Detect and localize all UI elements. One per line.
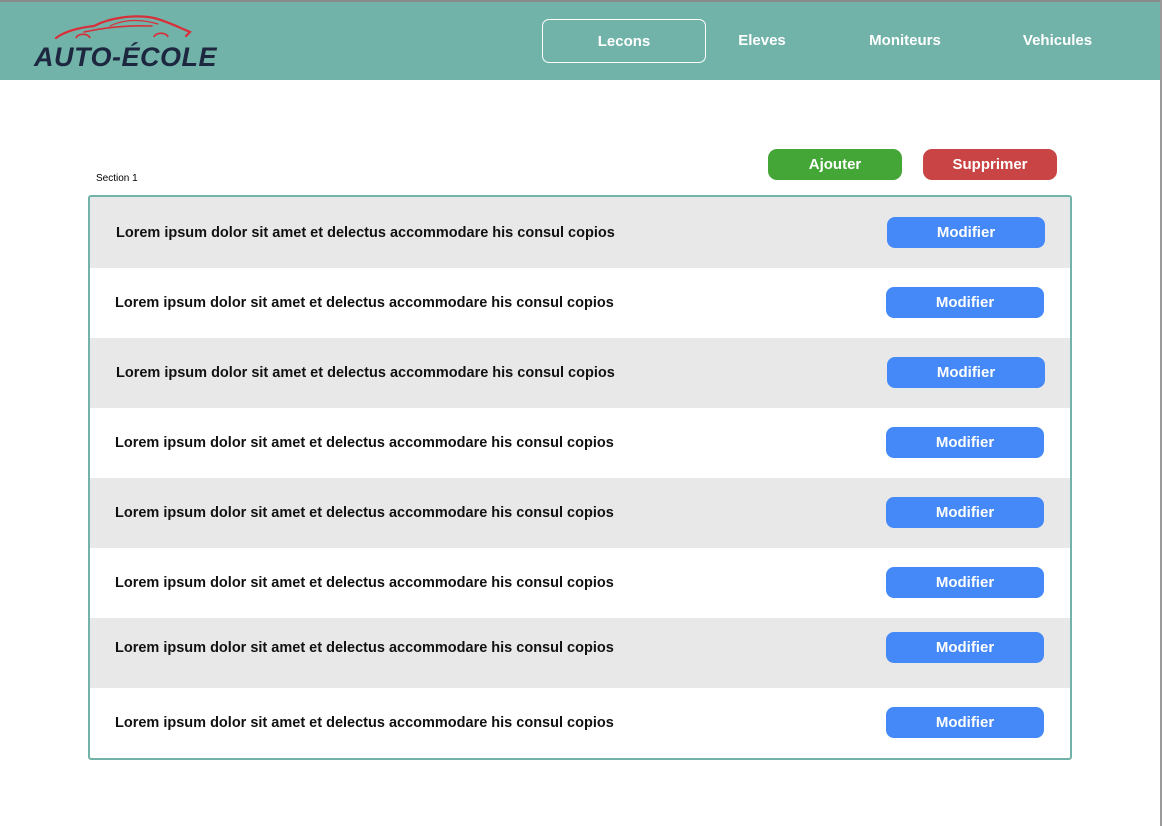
list-item-text: Lorem ipsum dolor sit amet et delectus a… <box>115 435 614 451</box>
list-item: Lorem ipsum dolor sit amet et delectus a… <box>90 268 1070 338</box>
list-item: Lorem ipsum dolor sit amet et delectus a… <box>90 548 1070 618</box>
list-item-text: Lorem ipsum dolor sit amet et delectus a… <box>116 365 615 381</box>
modify-button[interactable]: Modifier <box>887 357 1045 388</box>
add-button[interactable]: Ajouter <box>768 149 902 180</box>
list-item-text: Lorem ipsum dolor sit amet et delectus a… <box>115 715 614 731</box>
list-item-text: Lorem ipsum dolor sit amet et delectus a… <box>116 225 615 241</box>
section-label: Section 1 <box>96 173 138 184</box>
nav-tab-label: Moniteurs <box>869 32 941 49</box>
delete-button[interactable]: Supprimer <box>923 149 1057 180</box>
list-item-text: Lorem ipsum dolor sit amet et delectus a… <box>115 295 614 311</box>
modify-button[interactable]: Modifier <box>886 567 1044 598</box>
list-item: Lorem ipsum dolor sit amet et delectus a… <box>90 338 1070 408</box>
nav-tab-vehicules[interactable]: Vehicules <box>1005 19 1110 63</box>
brand-logo[interactable]: AUTO-ÉCOLE <box>34 10 218 76</box>
nav-tab-moniteurs[interactable]: Moniteurs <box>850 19 960 63</box>
car-silhouette-icon <box>54 15 192 40</box>
list-item: Lorem ipsum dolor sit amet et delectus a… <box>90 408 1070 478</box>
top-navbar: AUTO-ÉCOLE Lecons Eleves Moniteurs Vehic… <box>0 2 1160 80</box>
list-item: Lorem ipsum dolor sit amet et delectus a… <box>90 688 1070 758</box>
modify-button[interactable]: Modifier <box>886 287 1044 318</box>
lessons-list: Lorem ipsum dolor sit amet et delectus a… <box>88 195 1072 760</box>
list-item: Lorem ipsum dolor sit amet et delectus a… <box>90 478 1070 548</box>
nav-tab-eleves[interactable]: Eleves <box>722 19 802 63</box>
list-item-text: Lorem ipsum dolor sit amet et delectus a… <box>115 640 614 656</box>
list-item-text: Lorem ipsum dolor sit amet et delectus a… <box>115 505 614 521</box>
list-item-text: Lorem ipsum dolor sit amet et delectus a… <box>115 575 614 591</box>
modify-button[interactable]: Modifier <box>886 707 1044 738</box>
nav-tab-lecons[interactable]: Lecons <box>542 19 706 63</box>
modify-button[interactable]: Modifier <box>887 217 1045 248</box>
modify-button[interactable]: Modifier <box>886 427 1044 458</box>
list-item: Lorem ipsum dolor sit amet et delectus a… <box>90 197 1070 268</box>
brand-name: AUTO-ÉCOLE <box>34 42 218 72</box>
nav-tab-label: Eleves <box>738 32 786 49</box>
modify-button[interactable]: Modifier <box>886 497 1044 528</box>
modify-button[interactable]: Modifier <box>886 632 1044 663</box>
list-item: Lorem ipsum dolor sit amet et delectus a… <box>90 618 1070 688</box>
nav-tab-label: Lecons <box>597 33 651 50</box>
nav-tab-label: Vehicules <box>1022 32 1093 49</box>
